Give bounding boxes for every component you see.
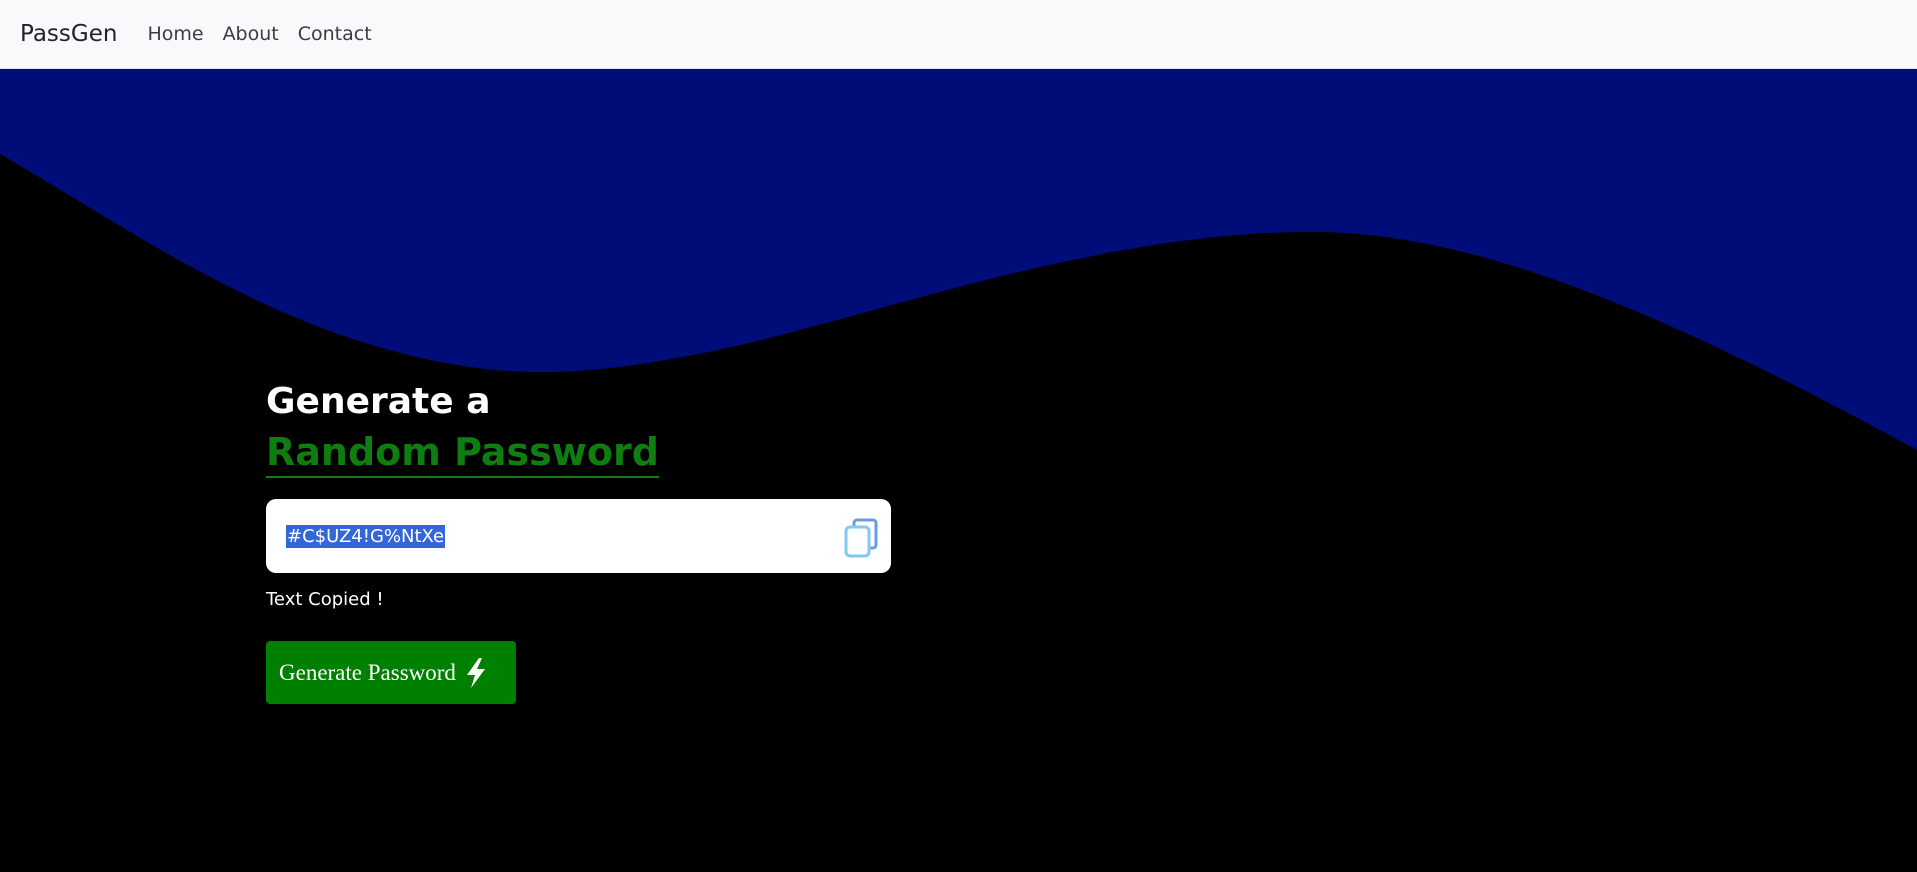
password-output-field[interactable]: #C$UZ4!G%NtXe: [266, 499, 891, 573]
lightning-bolt-icon: [466, 657, 485, 688]
password-text[interactable]: #C$UZ4!G%NtXe: [286, 524, 446, 548]
nav-link-about[interactable]: About: [223, 23, 279, 45]
nav-link-home[interactable]: Home: [147, 23, 203, 45]
heading-line-2: Random Password: [266, 428, 659, 478]
copy-status-text: Text Copied !: [266, 589, 384, 610]
generate-button-label: Generate Password: [279, 659, 456, 685]
generate-password-button[interactable]: Generate Password: [266, 641, 516, 704]
navbar: PassGen Home About Contact: [0, 0, 1917, 69]
brand-logo[interactable]: PassGen: [20, 21, 117, 47]
copy-icon[interactable]: [843, 518, 879, 558]
nav-link-contact[interactable]: Contact: [298, 23, 372, 45]
heading-line-1: Generate a: [266, 381, 491, 422]
